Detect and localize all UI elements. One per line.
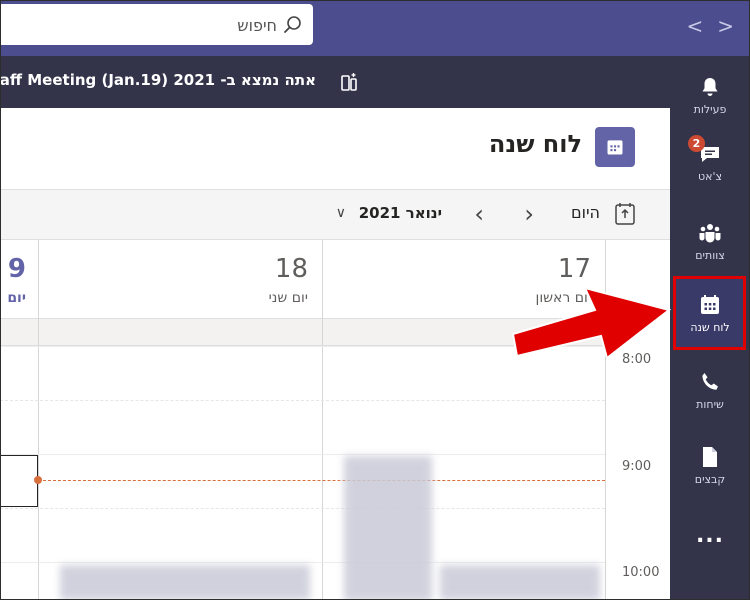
day-column-header[interactable]: 18 יום שני <box>38 240 322 320</box>
rail-item-teams[interactable]: צוותים <box>670 208 750 274</box>
rail-label-files: קבצים <box>694 472 726 486</box>
meeting-banner-text: אתה נמצא ב- Staff Meeting (Jan.19) 2021 <box>0 71 316 89</box>
month-selector[interactable]: ינואר 2021 <box>359 204 442 222</box>
day-column-header[interactable]: 9 יום <box>0 240 38 320</box>
rail-item-calendar[interactable]: לוח שנה <box>670 280 750 346</box>
rail-item-calls[interactable]: שיחות <box>670 357 750 423</box>
rail-label-calls: שיחות <box>696 397 724 411</box>
rail-item-files[interactable]: קבצים <box>670 432 750 498</box>
current-time-line <box>38 480 605 481</box>
blurred-event[interactable] <box>344 456 432 600</box>
today-button[interactable]: היום <box>571 203 600 222</box>
rail-label-chat: צ'אט <box>697 169 723 183</box>
grid-line <box>0 562 605 563</box>
calendar-event[interactable] <box>0 455 38 507</box>
chevron-down-icon[interactable]: ∨ <box>336 205 346 221</box>
rail-item-chat[interactable]: 2 צ'אט <box>670 129 750 195</box>
back-button[interactable]: < <box>686 14 703 38</box>
grid-line <box>322 240 323 600</box>
calendar-icon <box>607 140 623 155</box>
chat-badge: 2 <box>688 135 705 152</box>
rail-item-more[interactable]: ... <box>670 502 750 568</box>
half-hour-line <box>0 400 605 401</box>
phone-icon <box>702 372 718 390</box>
rail-label-activity: פעילות <box>693 102 727 116</box>
rail-label-calendar: לוח שנה <box>690 320 730 334</box>
title-bar: < > <box>0 0 750 56</box>
forward-button[interactable]: > <box>717 14 734 38</box>
rail-label-teams: צוותים <box>695 248 725 262</box>
day-name: יום שני <box>268 290 308 306</box>
search-input[interactable] <box>17 13 277 37</box>
meeting-popout-icon[interactable] <box>338 72 360 94</box>
calendar-icon <box>701 294 719 314</box>
time-label: 9:00 <box>622 459 652 474</box>
half-hour-line <box>0 508 605 509</box>
previous-week-button[interactable]: › <box>524 200 534 228</box>
day-number: 17 <box>557 254 591 284</box>
current-time-marker <box>34 476 42 484</box>
calendar-title-icon <box>595 127 635 167</box>
day-number: 9 <box>7 254 26 284</box>
blurred-event[interactable] <box>60 565 310 600</box>
blurred-event[interactable] <box>440 565 600 600</box>
bell-icon <box>702 77 718 96</box>
next-week-button[interactable]: ‹ <box>474 200 484 228</box>
teams-icon <box>699 223 721 242</box>
today-icon[interactable] <box>614 202 636 226</box>
search-box[interactable] <box>0 4 313 45</box>
calendar-toolbar: היום › ‹ ינואר 2021 ∨ <box>0 190 670 240</box>
time-label: 10:00 <box>622 565 660 580</box>
day-name: יום <box>7 290 26 306</box>
annotation-arrow <box>511 286 672 360</box>
more-icon: ... <box>695 522 725 548</box>
search-icon <box>284 16 301 33</box>
calendar-header: לוח שנה <box>0 108 670 190</box>
history-nav: < > <box>686 14 734 38</box>
grid-line <box>0 454 605 455</box>
day-number: 18 <box>274 254 308 284</box>
meeting-banner[interactable]: אתה נמצא ב- Staff Meeting (Jan.19) 2021 <box>0 56 670 108</box>
grid-line <box>38 240 39 600</box>
page-title: לוח שנה <box>488 130 582 158</box>
rail-item-activity[interactable]: פעילות <box>670 62 750 128</box>
file-icon <box>703 446 717 467</box>
